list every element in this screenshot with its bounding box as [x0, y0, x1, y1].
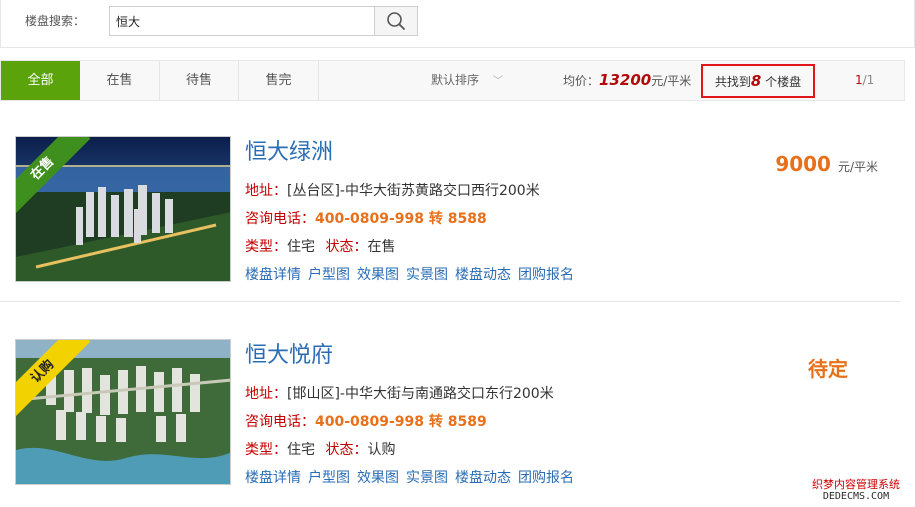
average-price: 均价：13200元/平米: [563, 61, 691, 100]
listing-thumbnail[interactable]: 认购: [15, 339, 231, 485]
phone-label: 咨询电话：: [245, 414, 315, 430]
address-value: [丛台区]-中华大街苏黄路交口西行200米: [287, 183, 540, 199]
link-photos[interactable]: 实景图: [406, 470, 448, 486]
listing-phone: 咨询电话：400-0809-998 转 8588: [245, 208, 487, 228]
listing-title[interactable]: 恒大绿洲: [245, 134, 333, 166]
pagination-current: 1: [855, 73, 863, 87]
type-label: 类型：: [245, 442, 287, 458]
avg-price-unit: 元/平米: [651, 74, 692, 88]
address-value: [邯山区]-中华大街与南通路交口东行200米: [287, 386, 554, 402]
search-label: 楼盘搜索：: [25, 14, 86, 28]
tab-upcoming[interactable]: 待售: [160, 61, 239, 100]
address-label: 地址：: [245, 183, 287, 199]
link-news[interactable]: 楼盘动态: [455, 470, 511, 486]
price-value: 待定: [808, 357, 848, 381]
result-count-suffix: 个楼盘: [765, 75, 802, 89]
link-floor-plans[interactable]: 户型图: [308, 267, 350, 283]
listing-price: 待定: [808, 353, 848, 382]
phone-value: 400-0809-998 转 8589: [315, 414, 487, 430]
type-label: 类型：: [245, 239, 287, 255]
link-details[interactable]: 楼盘详情: [245, 470, 301, 486]
search-icon: [387, 12, 405, 30]
listing-links: 楼盘详情 户型图 效果图 实景图 楼盘动态 团购报名: [245, 467, 581, 487]
result-count: 共找到8 个楼盘: [701, 64, 815, 98]
sort-label: 默认排序: [431, 73, 480, 87]
link-floor-plans[interactable]: 户型图: [308, 470, 350, 486]
listing-address: 地址：[丛台区]-中华大街苏黄路交口西行200米: [245, 180, 540, 200]
listing-item: 在售 恒大绿洲 地址：[丛台区]-中华大街苏黄路交口西行200米 咨询电话：40…: [0, 122, 900, 302]
status-label: 状态：: [325, 442, 368, 458]
phone-value: 400-0809-998 转 8588: [315, 211, 487, 227]
watermark-line2: DEDECMS.COM: [822, 491, 890, 502]
pagination-total: /1: [862, 73, 875, 87]
price-unit: 元/平米: [837, 160, 878, 174]
pagination[interactable]: 1/1: [855, 61, 874, 100]
link-renderings[interactable]: 效果图: [357, 267, 399, 283]
link-news[interactable]: 楼盘动态: [455, 267, 511, 283]
phone-label: 咨询电话：: [245, 211, 315, 227]
chevron-down-icon: ﹀: [493, 76, 504, 87]
watermark-line1: 织梦内容管理系统: [812, 478, 900, 491]
result-count-prefix: 共找到: [714, 75, 751, 89]
search-button[interactable]: [374, 6, 418, 36]
status-value: 认购: [367, 442, 396, 458]
filter-bar: 全部 在售 待售 售完 默认排序 ﹀ 均价：13200元/平米 共找到8 个楼盘 …: [0, 60, 905, 101]
link-group-buy[interactable]: 团购报名: [518, 470, 574, 486]
link-group-buy[interactable]: 团购报名: [518, 267, 574, 283]
listing-item: 认购 恒大悦府 地址：[邯山区]-中华大街与南通路交口东行200米 咨询电话：4…: [0, 325, 900, 503]
listing-links: 楼盘详情 户型图 效果图 实景图 楼盘动态 团购报名: [245, 264, 581, 284]
avg-price-value: 13200: [599, 71, 652, 89]
tab-all[interactable]: 全部: [1, 61, 80, 100]
listing-type-status: 类型：住宅 状态：认购: [245, 439, 395, 459]
listing-address: 地址：[邯山区]-中华大街与南通路交口东行200米: [245, 383, 554, 403]
tab-on-sale[interactable]: 在售: [80, 61, 160, 100]
status-value: 在售: [367, 239, 396, 255]
search-bar: 楼盘搜索：: [0, 0, 915, 48]
type-value: 住宅: [287, 442, 315, 458]
avg-price-prefix: 均价：: [563, 74, 600, 88]
type-value: 住宅: [287, 239, 315, 255]
listing-phone: 咨询电话：400-0809-998 转 8589: [245, 411, 487, 431]
listing-type-status: 类型：住宅 状态：在售: [245, 236, 395, 256]
address-label: 地址：: [245, 386, 287, 402]
link-details[interactable]: 楼盘详情: [245, 267, 301, 283]
watermark: 织梦内容管理系统 DEDECMS.COM: [801, 479, 911, 503]
listing-title[interactable]: 恒大悦府: [245, 337, 333, 369]
link-photos[interactable]: 实景图: [406, 267, 448, 283]
listing-thumbnail[interactable]: 在售: [15, 136, 231, 282]
link-renderings[interactable]: 效果图: [357, 470, 399, 486]
tab-sold-out[interactable]: 售完: [239, 61, 319, 100]
price-value: 9000: [775, 152, 831, 176]
status-label: 状态：: [325, 239, 368, 255]
listing-price: 9000 元/平米: [775, 152, 878, 176]
search-input[interactable]: [109, 6, 375, 36]
result-count-value: 8: [750, 72, 762, 90]
sort-dropdown[interactable]: 默认排序 ﹀: [431, 61, 503, 100]
